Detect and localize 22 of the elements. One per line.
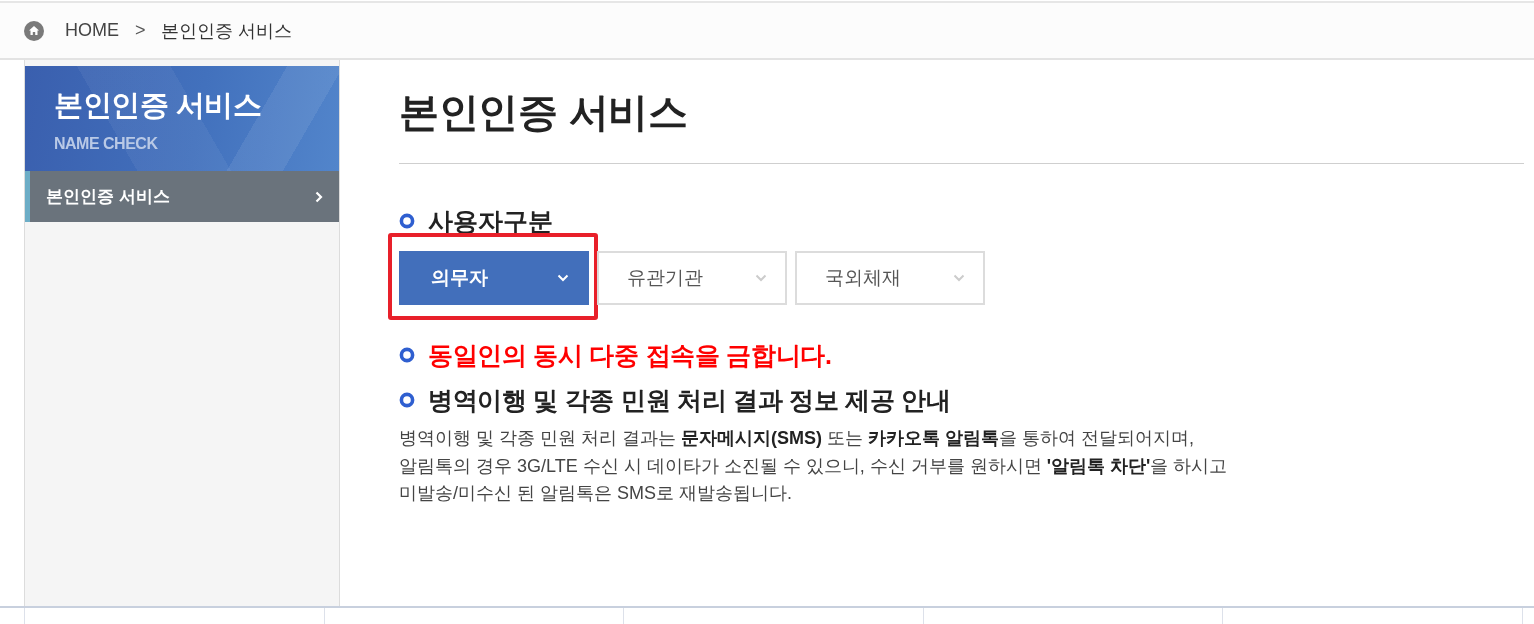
breadcrumb-link[interactable]: 본인인증 서비스 — [160, 18, 292, 43]
warning-text: 동일인의 동시 다중 접속을 금합니다. — [428, 340, 832, 371]
caret-icon — [953, 274, 965, 282]
home-icon[interactable] — [24, 20, 44, 41]
bullet-icon — [399, 347, 415, 363]
sidebar-subtitle: NAME CHECK — [54, 135, 158, 153]
sidebar-item[interactable]: 본인인증 서비스 — [25, 171, 339, 222]
sidebar-title: 본인인증 서비스 — [54, 88, 262, 122]
chevron-right-icon — [315, 190, 323, 203]
bullet-icon — [399, 213, 415, 229]
user-type-dropdown[interactable]: 유관기관 — [597, 251, 787, 305]
user-type-dropdown[interactable]: 의무자 — [399, 251, 589, 305]
section-heading: 병역이행 및 각종 민원 처리 결과 정보 제공 안내 — [428, 385, 951, 416]
caret-icon — [557, 274, 569, 282]
page-title: 본인인증 서비스 — [399, 89, 688, 136]
caret-icon — [755, 274, 767, 282]
info-paragraph: 병역이행 및 각종 민원 처리 결과는 문자메시지(SMS) 또는 카카오톡 알림톡을 통하여 전달되어지며, 알림톡의 경우 3G/LTE 수신 시 데이타가 소진될 수 있으니, 수신 거부를 원하시면 '알림톡 차단'을 하시고 미발송/미수신 된 알림톡은 SMS로 재발송됩니다. — [399, 427, 1228, 505]
breadcrumb-link[interactable]: HOME — [65, 20, 119, 41]
bullet-icon — [399, 392, 415, 408]
breadcrumb-separator: > — [135, 20, 146, 41]
user-type-dropdown[interactable]: 국외체재 — [795, 251, 985, 305]
section-heading: 사용자구분 — [428, 206, 553, 237]
